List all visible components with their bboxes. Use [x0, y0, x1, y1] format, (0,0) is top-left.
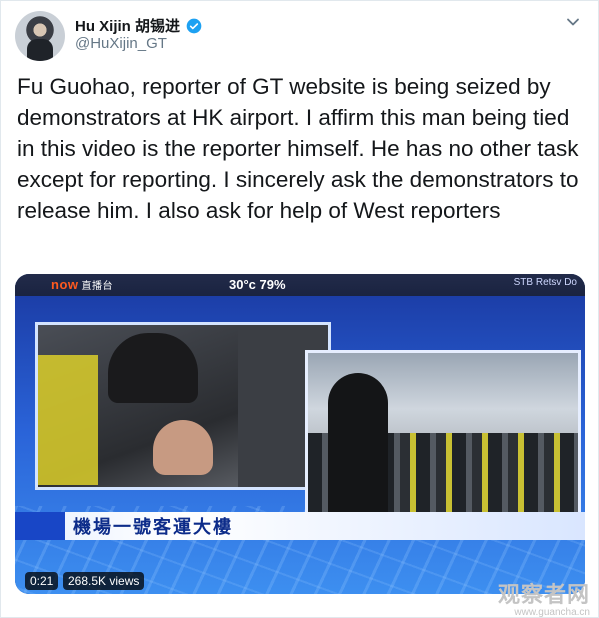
- broadcast-top-bar: now 直播台 30°c 79% STB Retsv Do: [15, 274, 585, 296]
- weather-readout: 30°c 79%: [229, 277, 286, 292]
- caption-text: 機場一號客運大樓: [73, 517, 233, 537]
- broadcaster-logo-text: now: [51, 277, 79, 292]
- broadcaster-logo: now 直播台: [51, 277, 113, 292]
- watermark-main: 观察者网: [497, 582, 590, 607]
- author-name-row: Hu Xijin 胡锡进: [75, 15, 202, 36]
- verified-badge-icon: [186, 18, 202, 33]
- avatar[interactable]: [15, 11, 65, 61]
- author-display-name[interactable]: Hu Xijin 胡锡进: [75, 15, 180, 36]
- author-handle[interactable]: @HuXijin_GT: [75, 35, 167, 52]
- video-duration-badge: 0:21: [25, 572, 59, 590]
- stb-text: STB Retsv Do: [513, 277, 577, 288]
- video-views-badge: 268.5K views: [63, 572, 145, 590]
- tweet-card: Hu Xijin 胡锡进 @HuXijin_GT Fu Guohao, repo…: [0, 0, 599, 618]
- watermark: 观察者网 www.guancha.cn: [498, 577, 590, 618]
- video-panel-right: [305, 350, 581, 516]
- chevron-down-icon[interactable]: [566, 15, 580, 29]
- broadcaster-sub-text: 直播台: [81, 281, 113, 292]
- tweet-text: Fu Guohao, reporter of GT website is bei…: [17, 74, 585, 223]
- video-panel-left: [35, 322, 331, 490]
- video-player[interactable]: now 直播台 30°c 79% STB Retsv Do 機場一號客運大樓 0:…: [15, 274, 585, 594]
- caption-accent: [15, 512, 65, 540]
